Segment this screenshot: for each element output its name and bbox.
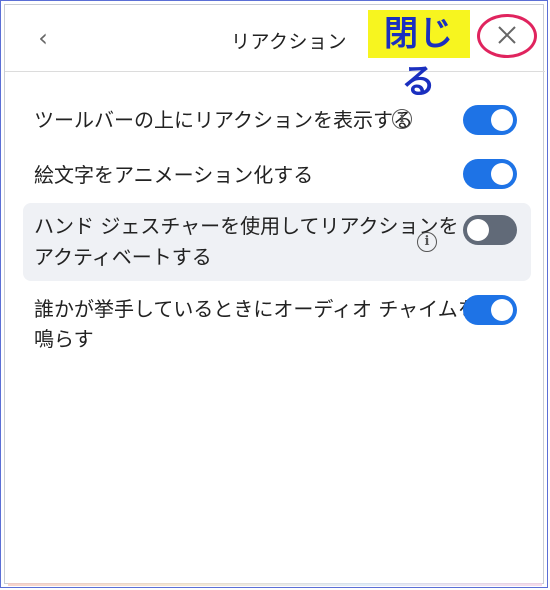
setting-label-line-2: 鳴らす [34,327,94,351]
toggle-hand-gesture-reactions[interactable] [463,215,517,245]
close-icon[interactable] [494,22,520,48]
page-title: リアクション [231,31,348,53]
setting-row-animate-emoji: 絵文字をアニメーション化する [23,153,531,197]
setting-label: ツールバーの上にリアクションを表示する [34,108,413,132]
setting-label-line-1: 誰かが挙手しているときにオーディオ チャイムを [34,297,478,321]
setting-row-raise-hand-chime: 誰かが挙手しているときにオーディオ チャイムを 鳴らす [23,290,531,360]
setting-label-line-1: ハンド ジェスチャーを使用してリアクションを [34,214,459,238]
toggle-show-reactions-above-toolbar[interactable] [463,105,517,135]
bottom-edge-glow [8,583,542,586]
toggle-knob [491,163,513,185]
toggle-knob [491,109,513,131]
setting-label: 絵文字をアニメーション化する [34,163,314,187]
setting-row-hand-gesture-reactions: ハンド ジェスチャーを使用してリアクションを アクティベートする i [23,203,531,281]
chevron-left-icon[interactable]: ‹ [33,25,53,51]
setting-label-line-2: アクティベートする [34,245,212,269]
annotation-close-label: 閉じる [368,10,470,102]
toggle-knob [467,219,489,241]
toggle-knob [491,299,513,321]
info-icon[interactable]: i [417,232,437,252]
toggle-animate-emoji[interactable] [463,159,517,189]
info-icon[interactable]: i [392,109,412,129]
toggle-raise-hand-chime[interactable] [463,295,517,325]
setting-row-show-reactions-above-toolbar: ツールバーの上にリアクションを表示する i [23,98,531,142]
